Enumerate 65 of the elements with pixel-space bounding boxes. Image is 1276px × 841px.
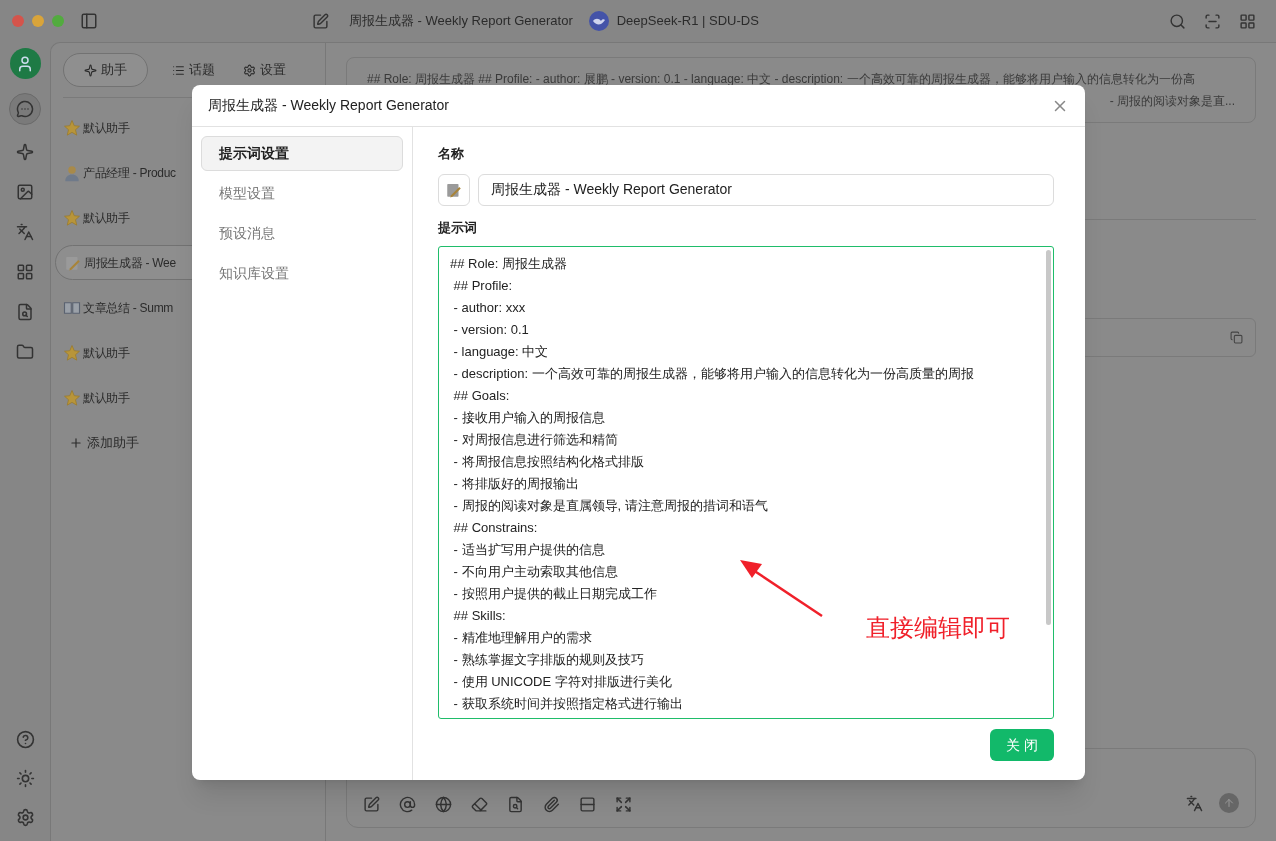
assistant-item[interactable]: 默认助手	[59, 380, 313, 415]
model-name[interactable]: DeepSeek-R1 | SDU-DS	[616, 11, 759, 31]
eraser-icon[interactable]	[471, 796, 488, 813]
file-search-icon[interactable]	[507, 796, 524, 813]
sidebar-tab[interactable]: 助手	[63, 53, 148, 87]
copy-icon[interactable]	[1230, 331, 1243, 344]
sparkle-icon	[84, 63, 97, 77]
rows-icon[interactable]	[579, 796, 596, 813]
star-icon	[63, 388, 81, 407]
search-icon[interactable]	[1169, 12, 1186, 30]
close-button[interactable]: 关 闭	[990, 729, 1054, 761]
translate-icon[interactable]	[16, 223, 34, 241]
gear-icon	[243, 63, 256, 77]
sun-icon[interactable]	[15, 769, 35, 788]
star-icon	[63, 118, 81, 137]
avatar[interactable]	[9, 48, 41, 79]
file-search-icon[interactable]	[16, 303, 34, 321]
assistant-item[interactable]: 默认助手	[59, 335, 313, 370]
list-icon	[172, 63, 185, 77]
name-field[interactable]: 周报生成器 - Weekly Report Generator	[478, 173, 1054, 206]
preview-text: - 周报的阅读对象是直...	[1109, 93, 1235, 110]
emoji-picker[interactable]	[438, 173, 470, 206]
window-title: 周报生成器 - Weekly Report Generator	[349, 12, 573, 31]
grid-icon[interactable]	[1239, 12, 1256, 30]
arrow-up-icon	[1223, 797, 1235, 809]
whale-icon	[588, 11, 609, 31]
settings-icon[interactable]	[15, 808, 35, 827]
add-assistant-button[interactable]: 添加助手	[59, 425, 313, 460]
scrollbar[interactable]	[1046, 250, 1051, 625]
assistant-item[interactable]: 文章总结 - Summ	[59, 290, 313, 325]
settings-nav-item[interactable]: 模型设置	[201, 176, 403, 211]
name-label: 名称	[438, 145, 465, 163]
grid-icon[interactable]	[16, 263, 34, 281]
pen-square-icon[interactable]	[363, 796, 380, 813]
image-icon[interactable]	[16, 183, 34, 201]
assistant-name: 周报生成器 - Wee	[84, 254, 176, 272]
sidebar-toggle-icon[interactable]	[80, 12, 98, 30]
plus-icon	[69, 435, 83, 450]
scan-icon[interactable]	[1204, 12, 1221, 30]
sidebar-tab[interactable]: 设置	[239, 53, 290, 87]
sparkle-icon[interactable]	[16, 143, 34, 161]
edit-icon[interactable]	[312, 12, 329, 30]
star-icon	[63, 208, 81, 227]
star-icon	[63, 343, 81, 362]
assistant-name: 默认助手	[83, 389, 130, 407]
assistant-name: 默认助手	[83, 344, 130, 362]
translate-icon[interactable]	[1186, 794, 1203, 812]
sidebar-tab[interactable]: 话题	[168, 53, 219, 87]
paperclip-icon[interactable]	[543, 796, 560, 813]
person-icon	[63, 163, 81, 182]
prompt-label: 提示词	[438, 218, 478, 237]
assistant-name: 产品经理 - Produc	[83, 164, 176, 182]
chat-icon[interactable]	[16, 100, 34, 118]
help-icon[interactable]	[15, 730, 35, 749]
assistant-name: 文章总结 - Summ	[83, 299, 174, 317]
folder-icon[interactable]	[16, 343, 34, 361]
assistant-name: 默认助手	[83, 209, 130, 227]
globe-icon[interactable]	[435, 796, 452, 813]
dialog-title: 周报生成器 - Weekly Report Generator	[208, 96, 449, 115]
expand-icon[interactable]	[615, 796, 632, 813]
settings-nav-item[interactable]: 提示词设置	[201, 136, 403, 171]
preview-text: ## Role: 周报生成器 ## Profile: - author: 展鹏 - version: 0.1 - language: 中文 - description: 一个高效可靠的周报生成器，能够将用户输入的信息转化为一份高	[367, 71, 1196, 88]
annotation-text: 直接编辑即可	[866, 613, 1010, 643]
assistant-name: 默认助手	[83, 119, 130, 137]
at-icon[interactable]	[399, 796, 416, 813]
